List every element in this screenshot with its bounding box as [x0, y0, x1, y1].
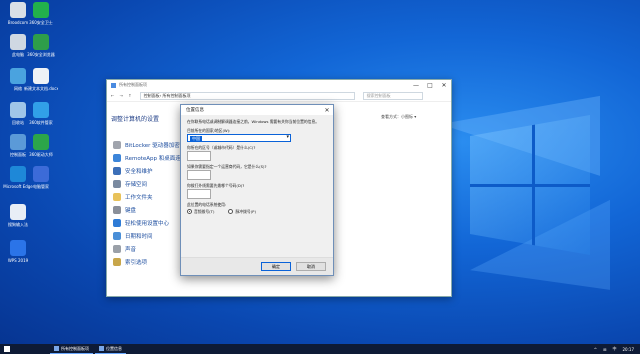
close-icon[interactable]: ✕ [321, 107, 333, 114]
control-panel-icon [54, 346, 59, 351]
search-input[interactable]: 搜索控制面板 [362, 91, 423, 100]
area-code-label: 你所在的区号（或城市代码）是什么(C)? [187, 145, 256, 150]
control-panel-item-icon [113, 218, 121, 227]
desktop-icon-sogou[interactable]: 搜狗输入法 [1, 204, 35, 227]
desktop-icon-360-driver[interactable]: 360驱动大师 [24, 134, 58, 157]
window-title-bar: 所有控制面板项 — □ ✕ [107, 80, 451, 90]
360-security-icon [33, 2, 49, 18]
control-panel-item-label: 索引选项 [125, 259, 148, 266]
dialog-description: 在你联系电话或调制解调器连接之前，Windows 需要有关你当前位置的信息。 [187, 119, 320, 124]
control-panel-item-icon [113, 257, 121, 266]
breadcrumb[interactable]: 控制面板 所有控制面板项 [139, 91, 355, 100]
outside-line-label: 你拨打外线需要先拨哪个号码(D)? [187, 183, 245, 188]
control-panel-item-icon [113, 153, 121, 162]
carrier-code-input[interactable] [187, 170, 211, 180]
breadcrumb-item[interactable]: 控制面板 [144, 93, 160, 99]
desktop-icon-doc-file[interactable]: 新建文本文档.docx [24, 68, 58, 91]
network-icon[interactable]: ⊞ [603, 347, 606, 352]
control-panel-item-icon [113, 231, 121, 240]
dialog-footer: 确定 取消 [181, 257, 333, 275]
desktop-icon-label: 360软件管家 [29, 120, 53, 125]
ok-button[interactable]: 确定 [261, 262, 291, 271]
taskbar-item-label: 所有控制面板项 [61, 345, 89, 351]
control-panel-item-icon [113, 192, 121, 201]
desktop-icon-360-clean[interactable]: 360软件管家 [24, 102, 58, 125]
control-panel-item-label: 日期和时间 [125, 233, 153, 240]
region-label: 目前所在的国家/地区(W): [187, 128, 231, 133]
taskbar-item-location-info[interactable]: 位置信息 [95, 344, 126, 354]
breadcrumb-item[interactable]: 所有控制面板项 [160, 93, 190, 99]
control-panel-item-icon [113, 244, 121, 253]
window-title: 所有控制面板项 [119, 82, 147, 87]
desktop-icon-label: 电脑管家 [33, 184, 49, 189]
control-panel-item-icon [113, 140, 121, 149]
desktop-icon-label: WPS 2019 [7, 258, 29, 263]
control-panel-item-icon [113, 166, 121, 175]
control-panel-item-label: 存储空间 [125, 181, 148, 188]
desktop-icon-label: 360安全卫士 [29, 20, 53, 25]
taskbar: 所有控制面板项 位置信息 ^ ⊞ 中 20:17 [0, 344, 640, 354]
control-panel-item-label: 声音 [125, 246, 137, 253]
desktop-icon-label: 360安全浏览器 [27, 52, 55, 57]
doc-file-icon [33, 68, 49, 84]
minimize-button[interactable]: — [409, 82, 423, 89]
360-browser-icon [33, 34, 49, 50]
360-driver-icon [33, 134, 49, 150]
radio-unselected-icon[interactable] [228, 209, 234, 214]
sogou-icon [10, 204, 26, 220]
tone-dialing-label: 音频拨号(T) [194, 209, 215, 214]
carrier-code-label: 如果你需要指定一个运营商代码，它是什么(S)? [187, 164, 267, 169]
desktop-icon-label: 搜狗输入法 [8, 222, 28, 227]
control-panel-item-label: BitLocker 驱动器加密 [125, 142, 180, 149]
pulse-dialing-label: 脉冲拨号(P) [235, 209, 256, 214]
location-info-dialog: 位置信息 ✕ 在你联系电话或调制解调器连接之前，Windows 需要有关你当前位… [180, 104, 334, 276]
control-panel-item-label: 轻松使用设置中心 [125, 220, 170, 227]
control-panel-item-label: 键盘 [125, 207, 137, 214]
desktop-icon-label: 新建文本文档.docx [24, 86, 58, 91]
desktop-icon-360-security[interactable]: 360安全卫士 [24, 2, 58, 25]
control-panel-item-label: 工作文件夹 [125, 194, 153, 201]
control-panel-item-label: RemoteApp 和桌面连接 [125, 155, 187, 162]
dialog-title-bar: 位置信息 ✕ [181, 105, 333, 115]
360-clean-icon [33, 102, 49, 118]
region-value: 中国 [190, 135, 202, 141]
computer-manager-icon [33, 166, 49, 182]
area-code-input[interactable] [187, 151, 211, 161]
view-by-dropdown[interactable]: 查看方式：小图标 ▾ [381, 114, 416, 120]
dialog-title: 位置信息 [186, 108, 204, 113]
wps-icon [10, 240, 26, 256]
desktop-icon-computer-manager[interactable]: 电脑管家 [24, 166, 58, 189]
control-panel-item-icon [113, 205, 121, 214]
chevron-down-icon[interactable]: ▾ [286, 135, 289, 140]
outside-line-input[interactable] [187, 189, 211, 199]
taskbar-item-label: 位置信息 [106, 345, 122, 351]
system-tray: ^ ⊞ 中 20:17 [594, 346, 640, 352]
desktop-icon-wps[interactable]: WPS 2019 [1, 240, 35, 263]
control-panel-item-icon [113, 179, 121, 188]
input-method-indicator[interactable]: 中 [612, 346, 616, 352]
start-button[interactable] [0, 344, 14, 354]
control-panel-item-label: 安全和维护 [125, 168, 153, 175]
pulse-dialing-radio[interactable]: 脉冲拨号(P) [228, 209, 256, 214]
tray-overflow-icon[interactable]: ^ [594, 347, 597, 352]
dialog-icon [99, 346, 104, 351]
nav-buttons[interactable]: ← → ↑ [111, 93, 134, 98]
control-panel-icon [111, 82, 116, 88]
region-select[interactable]: 中国 ▾ [187, 134, 291, 142]
windows-icon [4, 346, 10, 352]
close-button[interactable]: ✕ [437, 82, 451, 89]
dial-type-label: 此位置的电话系统使用: [187, 202, 227, 207]
desktop-icon-360-browser[interactable]: 360安全浏览器 [24, 34, 58, 57]
clock[interactable]: 20:17 [622, 347, 634, 352]
page-title: 调整计算机的设置 [111, 116, 160, 123]
address-bar: ← → ↑ 控制面板 所有控制面板项 搜索控制面板 [107, 90, 451, 102]
tone-dialing-radio[interactable]: 音频拨号(T) [187, 209, 214, 214]
windows-logo-wallpaper [470, 115, 590, 255]
desktop-icon-label: 360驱动大师 [29, 152, 53, 157]
taskbar-item-control-panel[interactable]: 所有控制面板项 [50, 344, 93, 354]
cancel-button[interactable]: 取消 [296, 262, 326, 271]
radio-selected-icon[interactable] [187, 209, 192, 214]
maximize-button[interactable]: □ [423, 82, 437, 89]
